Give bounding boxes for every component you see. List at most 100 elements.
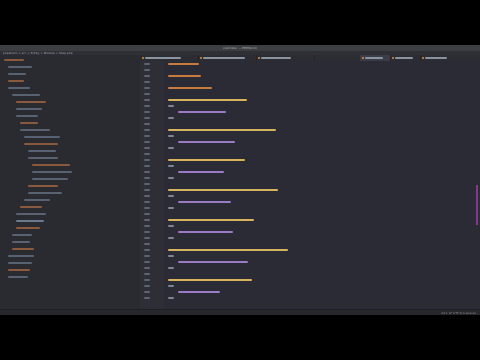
tree-item[interactable] bbox=[8, 262, 32, 264]
code-line bbox=[178, 261, 249, 263]
tree-item[interactable] bbox=[8, 269, 30, 271]
tree-item[interactable] bbox=[8, 73, 26, 75]
tree-item[interactable] bbox=[4, 59, 24, 61]
line-number bbox=[144, 177, 150, 179]
tree-item[interactable] bbox=[16, 213, 46, 215]
code-line bbox=[178, 141, 236, 143]
line-number bbox=[144, 237, 150, 239]
line-number bbox=[144, 297, 150, 299]
code-line bbox=[178, 291, 220, 293]
code-editor[interactable] bbox=[164, 61, 480, 309]
tree-item[interactable] bbox=[24, 136, 60, 138]
tree-item[interactable] bbox=[16, 220, 44, 222]
tree-item[interactable] bbox=[16, 115, 38, 117]
tree-item[interactable] bbox=[16, 101, 46, 103]
code-line bbox=[168, 135, 174, 137]
line-number bbox=[144, 243, 150, 245]
line-number bbox=[144, 279, 150, 281]
tree-item[interactable] bbox=[28, 192, 62, 194]
tree-item[interactable] bbox=[8, 80, 24, 82]
code-line bbox=[168, 195, 174, 197]
tree-item[interactable] bbox=[20, 206, 42, 208]
tree-item[interactable] bbox=[28, 157, 58, 159]
line-number bbox=[144, 159, 150, 161]
code-line bbox=[168, 279, 252, 281]
line-number bbox=[144, 285, 150, 287]
code-line bbox=[178, 171, 225, 173]
line-number bbox=[144, 165, 150, 167]
line-number bbox=[144, 291, 150, 293]
line-number bbox=[144, 231, 150, 233]
line-number bbox=[144, 189, 150, 191]
tree-item[interactable] bbox=[8, 255, 34, 257]
line-number bbox=[144, 273, 150, 275]
tree-item[interactable] bbox=[8, 66, 32, 68]
status-info: 44:1 LF UTF-8 4 spaces bbox=[441, 311, 476, 315]
tree-item[interactable] bbox=[12, 234, 32, 236]
tree-item[interactable] bbox=[16, 108, 42, 110]
code-line bbox=[168, 105, 174, 107]
code-line bbox=[168, 87, 212, 89]
tree-item[interactable] bbox=[12, 241, 30, 243]
line-number bbox=[144, 141, 150, 143]
line-number bbox=[144, 249, 150, 251]
tree-item[interactable] bbox=[16, 227, 40, 229]
code-line bbox=[168, 165, 174, 167]
line-number bbox=[144, 63, 150, 65]
code-line bbox=[168, 285, 174, 287]
line-gutter bbox=[140, 61, 164, 309]
tree-item[interactable] bbox=[8, 87, 30, 89]
line-number bbox=[144, 261, 150, 263]
line-number bbox=[144, 75, 150, 77]
tree-item[interactable] bbox=[20, 122, 38, 124]
tree-item[interactable] bbox=[12, 248, 34, 250]
line-number bbox=[144, 225, 150, 227]
tree-item[interactable] bbox=[8, 276, 28, 278]
line-number bbox=[144, 153, 150, 155]
code-line bbox=[168, 63, 199, 65]
code-line bbox=[168, 189, 278, 191]
code-line bbox=[168, 99, 248, 101]
line-number bbox=[144, 195, 150, 197]
yaml-file-icon bbox=[422, 57, 424, 59]
line-number bbox=[144, 129, 150, 131]
code-line bbox=[168, 159, 245, 161]
project-sidebar[interactable] bbox=[0, 55, 141, 309]
line-number bbox=[144, 111, 150, 113]
code-line bbox=[168, 267, 174, 269]
tree-item[interactable] bbox=[28, 185, 58, 187]
php-file-icon bbox=[392, 57, 394, 59]
line-number bbox=[144, 69, 150, 71]
code-line bbox=[168, 177, 174, 179]
code-line bbox=[178, 201, 231, 203]
tree-item[interactable] bbox=[32, 164, 70, 166]
php-file-icon bbox=[200, 57, 202, 59]
line-number bbox=[144, 117, 150, 119]
tree-item[interactable] bbox=[32, 178, 68, 180]
php-file-icon bbox=[258, 57, 260, 59]
tree-item[interactable] bbox=[32, 171, 72, 173]
editor-scrollbar-thumb[interactable] bbox=[476, 185, 478, 225]
line-number bbox=[144, 105, 150, 107]
line-number bbox=[144, 81, 150, 83]
code-line bbox=[168, 255, 174, 257]
tree-item[interactable] bbox=[20, 129, 50, 131]
line-number bbox=[144, 147, 150, 149]
php-file-icon bbox=[142, 57, 144, 59]
tree-item[interactable] bbox=[12, 94, 40, 96]
code-line bbox=[168, 75, 201, 77]
tree-item[interactable] bbox=[28, 150, 56, 152]
code-line bbox=[178, 111, 227, 113]
code-line bbox=[168, 237, 174, 239]
tree-item[interactable] bbox=[24, 143, 58, 145]
code-line bbox=[168, 117, 174, 119]
line-number bbox=[144, 171, 150, 173]
code-line bbox=[168, 297, 174, 299]
php-file-icon bbox=[362, 57, 364, 59]
code-line bbox=[168, 207, 174, 209]
line-number bbox=[144, 267, 150, 269]
line-number bbox=[144, 93, 150, 95]
line-number bbox=[144, 135, 150, 137]
tree-item[interactable] bbox=[24, 199, 50, 201]
line-number bbox=[144, 213, 150, 215]
